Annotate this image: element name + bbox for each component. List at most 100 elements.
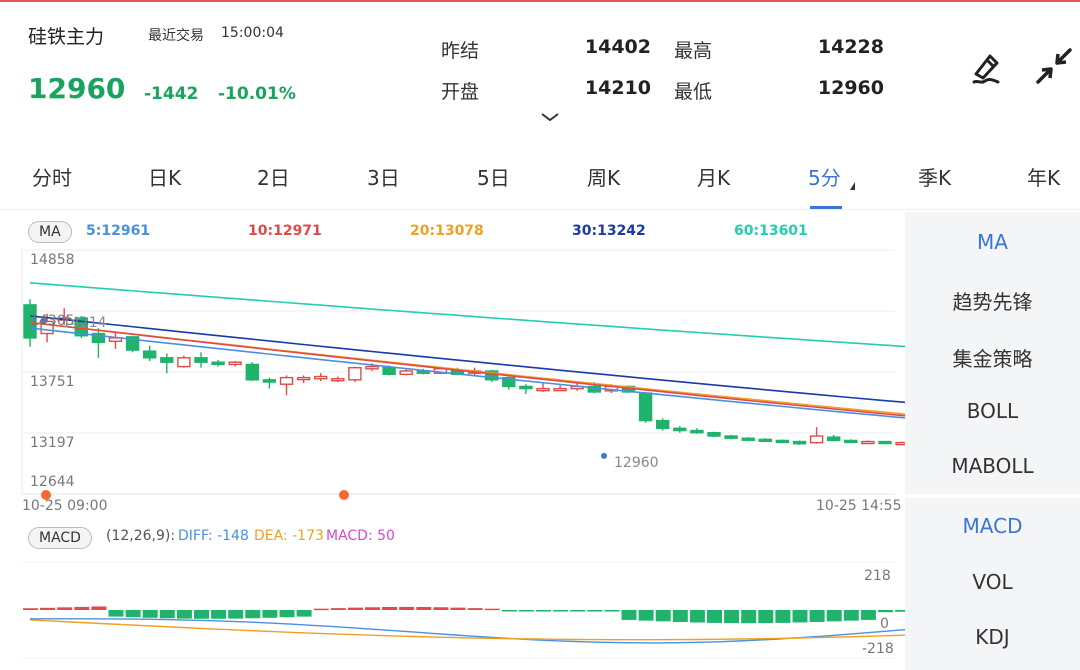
macd-histogram-bar <box>570 610 586 612</box>
tab-yearly-k[interactable]: 年K <box>1027 162 1060 191</box>
macd-histogram-bar <box>194 610 209 619</box>
macd-params: (12,26,9): <box>106 528 176 544</box>
quote-header: 硅铁主力 最近交易 15:00:04 12960 -1442 -10.01% 昨… <box>0 0 1080 140</box>
candle-body <box>844 439 858 444</box>
candle-body <box>296 376 311 381</box>
candle-body <box>656 419 670 430</box>
macd-histogram-bar <box>587 610 603 612</box>
macd-histogram-bar <box>775 610 791 623</box>
candle-body <box>690 429 704 434</box>
macd-value: MACD: 50 <box>326 528 395 544</box>
candle-body <box>553 387 567 392</box>
macd-tick-zero: 0 <box>880 616 889 632</box>
candle-body <box>194 357 208 363</box>
macd-histogram-bar <box>262 610 278 618</box>
macd-histogram-bar <box>176 610 192 619</box>
pen-sign-icon[interactable] <box>966 46 1006 86</box>
candle-body <box>741 437 755 441</box>
quote-value-prev-settle: 14402 <box>584 36 651 58</box>
tab-monthly-k[interactable]: 月K <box>697 162 730 191</box>
tab-3-day[interactable]: 3日 <box>367 162 400 191</box>
macd-histogram-bar <box>792 610 808 623</box>
macd-histogram-bar <box>296 610 312 617</box>
side-item-strategy[interactable]: 集金策略 <box>905 343 1080 372</box>
y-tick-0: 14858 <box>30 252 75 268</box>
macd-histogram-bar <box>604 610 620 612</box>
candle-body <box>758 438 772 443</box>
candle-body <box>142 350 157 359</box>
candle-body <box>724 435 738 439</box>
tab-5-min[interactable]: 5分 <box>808 162 841 191</box>
candle-body <box>365 365 379 370</box>
chevron-down-icon[interactable] <box>539 110 561 124</box>
macd-histogram-bar <box>245 610 261 619</box>
side-item-trend[interactable]: 趋势先锋 <box>905 286 1080 315</box>
low-mark-label: 12960 <box>614 455 659 471</box>
event-marker <box>339 490 349 500</box>
macd-histogram-bar <box>895 610 905 612</box>
last-price: 12960 <box>28 72 126 105</box>
macd-histogram-bar <box>313 608 329 611</box>
side-item-ma[interactable]: MA <box>905 230 1080 254</box>
macd-histogram-bar <box>142 610 158 618</box>
macd-histogram-bar <box>501 610 517 612</box>
macd-histogram-bar <box>689 610 705 623</box>
candle-body <box>177 357 191 368</box>
side-item-vol[interactable]: VOL <box>905 570 1080 594</box>
macd-histogram-bar <box>467 608 483 610</box>
macd-dea-line <box>29 619 905 641</box>
candle-body <box>673 427 687 432</box>
ma20-line <box>29 321 905 415</box>
macd-histogram-bar <box>74 606 90 610</box>
candle-body <box>331 378 345 382</box>
macd-histogram-bar <box>741 610 757 624</box>
x-end-label: 10-25 14:55 <box>816 498 902 514</box>
macd-histogram-bar <box>484 608 500 611</box>
macd-histogram-bar <box>382 607 398 610</box>
active-tab-underline <box>810 206 842 209</box>
candle-body <box>792 440 807 445</box>
tab-intraday[interactable]: 分时 <box>32 162 72 191</box>
macd-histogram-bar <box>347 607 363 610</box>
candle-body <box>775 439 790 444</box>
side-item-boll[interactable]: BOLL <box>905 399 1080 423</box>
candle-body <box>399 370 413 376</box>
candle-body <box>638 392 653 422</box>
side-item-macd[interactable]: MACD <box>905 514 1080 538</box>
candle-body <box>279 376 294 385</box>
macd-histogram-bar <box>758 610 774 624</box>
candle-body <box>895 441 905 446</box>
candle-body <box>827 436 841 442</box>
tab-2-day[interactable]: 2日 <box>257 162 290 191</box>
candle-body <box>160 357 174 363</box>
quote-value-low: 12960 <box>817 77 884 99</box>
macd-histogram-bar <box>536 610 551 612</box>
tab-daily-k[interactable]: 日K <box>148 162 181 191</box>
tab-5-day[interactable]: 5日 <box>477 162 510 191</box>
candle-body <box>228 361 242 366</box>
side-item-kdj[interactable]: KDJ <box>905 625 1080 649</box>
macd-histogram-bar <box>707 610 722 623</box>
quote-label-open: 开盘 <box>441 81 480 103</box>
macd-histogram-bar <box>433 607 449 610</box>
macd-indicator-pill[interactable]: MACD <box>28 527 92 549</box>
side-item-maboll[interactable]: MABOLL <box>905 454 1080 478</box>
macd-histogram-bar <box>330 608 346 610</box>
tab-dropdown-caret-icon[interactable] <box>850 182 855 190</box>
tab-quarterly-k[interactable]: 季K <box>918 162 951 191</box>
macd-histogram-bar <box>211 610 227 619</box>
candlestick-chart[interactable] <box>0 212 905 670</box>
tab-weekly-k[interactable]: 周K <box>587 162 620 191</box>
candle-body <box>519 385 533 390</box>
ma10-line <box>29 321 905 417</box>
indicator-side-panel: MA 趋势先锋 集金策略 BOLL MABOLL MACD VOL KDJ <box>905 212 1080 670</box>
macd-histogram-bar <box>125 610 141 618</box>
candle-body <box>382 367 396 376</box>
shrink-arrows-icon[interactable] <box>1034 46 1074 86</box>
macd-histogram-bar <box>91 606 107 610</box>
macd-histogram-bar <box>655 610 671 622</box>
candle-body <box>211 361 225 366</box>
macd-histogram-bar <box>638 610 654 621</box>
ma60-line <box>29 282 905 348</box>
candle-body <box>809 435 824 444</box>
